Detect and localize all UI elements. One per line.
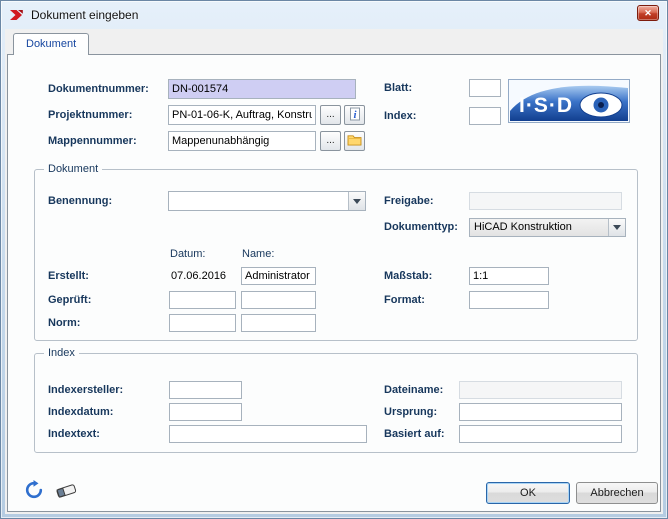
freigabe-input	[469, 192, 622, 210]
blatt-label: Blatt:	[384, 78, 412, 98]
ursprung-label: Ursprung:	[384, 402, 437, 422]
erstellt-label: Erstellt:	[48, 266, 89, 286]
projekt-browse-button[interactable]: ...	[320, 105, 341, 125]
titlebar[interactable]: Dokument eingeben ✕	[1, 1, 667, 29]
index-groupbox-title: Index	[44, 346, 79, 360]
close-button[interactable]: ✕	[637, 5, 659, 21]
norm-label: Norm:	[48, 313, 80, 333]
norm-name-input[interactable]	[241, 314, 316, 332]
projektnummer-label: Projektnummer:	[48, 105, 132, 125]
dokumenttyp-dropdown-button[interactable]	[608, 219, 625, 236]
eraser-icon	[55, 488, 77, 503]
geprueft-name-input[interactable]	[241, 291, 316, 309]
tab-dokument[interactable]: Dokument	[13, 33, 89, 55]
indexdatum-label: Indexdatum:	[48, 402, 113, 422]
chevron-down-icon	[353, 199, 361, 204]
massstab-input[interactable]	[469, 267, 549, 285]
benennung-label: Benennung:	[48, 191, 112, 211]
isd-logo: I·S·D	[508, 79, 630, 128]
basiert-auf-input[interactable]	[459, 425, 622, 443]
indexersteller-input[interactable]	[169, 381, 242, 399]
benennung-value	[169, 192, 348, 210]
indexdatum-input[interactable]	[169, 403, 242, 421]
close-icon: ✕	[644, 8, 652, 18]
ellipsis-icon: ...	[326, 110, 334, 120]
tab-panel: Dokumentnummer: Blatt: I·S·D	[7, 54, 661, 512]
mappen-folder-button[interactable]	[344, 131, 365, 151]
erstellt-datum-value: 07.06.2016	[171, 267, 226, 285]
tab-label: Dokument	[26, 38, 76, 50]
dokument-groupbox-title: Dokument	[44, 162, 102, 176]
ursprung-input[interactable]	[459, 403, 622, 421]
info-icon: i	[348, 107, 362, 124]
dokumenttyp-value: HiCAD Konstruktion	[470, 219, 608, 236]
window-title: Dokument eingeben	[31, 8, 138, 22]
mappennummer-input[interactable]	[168, 131, 316, 151]
geprueft-datum-input[interactable]	[169, 291, 236, 309]
benennung-dropdown-button[interactable]	[348, 192, 365, 210]
blatt-input[interactable]	[469, 79, 501, 97]
format-input[interactable]	[469, 291, 549, 309]
index-label: Index:	[384, 106, 416, 126]
dokumentnummer-label: Dokumentnummer:	[48, 79, 149, 99]
ellipsis-icon: ...	[326, 136, 334, 146]
app-icon	[9, 7, 25, 23]
indexersteller-label: Indexersteller:	[48, 380, 123, 400]
isd-logo-text: I·S·D	[519, 94, 573, 117]
basiert-auf-label: Basiert auf:	[384, 424, 445, 444]
dialog-body: Dokument Dokumentnummer: Blatt:	[5, 29, 663, 514]
dateiname-input	[459, 381, 622, 399]
norm-datum-input[interactable]	[169, 314, 236, 332]
datum-column-header: Datum:	[170, 247, 205, 261]
dokumentnummer-input[interactable]	[168, 79, 356, 99]
refresh-icon	[24, 488, 44, 503]
refresh-button[interactable]	[20, 479, 48, 503]
format-label: Format:	[384, 290, 425, 310]
name-column-header: Name:	[242, 247, 274, 261]
freigabe-label: Freigabe:	[384, 191, 434, 211]
erstellt-name-input[interactable]	[241, 267, 316, 285]
cancel-button[interactable]: Abbrechen	[576, 482, 658, 504]
projekt-info-button[interactable]: i	[344, 105, 365, 125]
indextext-input[interactable]	[169, 425, 367, 443]
dokumenttyp-combobox[interactable]: HiCAD Konstruktion	[469, 218, 626, 237]
mappen-browse-button[interactable]: ...	[320, 131, 341, 151]
mappennummer-label: Mappennummer:	[48, 131, 137, 151]
folder-icon	[347, 133, 362, 149]
dateiname-label: Dateiname:	[384, 380, 443, 400]
ok-button[interactable]: OK	[486, 482, 570, 504]
dialog-window: Dokument eingeben ✕ Dokument Dokumentnum…	[0, 0, 668, 519]
eraser-button[interactable]	[52, 479, 80, 503]
chevron-down-icon	[613, 225, 621, 230]
dokumenttyp-label: Dokumenttyp:	[384, 217, 458, 237]
massstab-label: Maßstab:	[384, 266, 432, 286]
geprueft-label: Geprüft:	[48, 290, 91, 310]
projektnummer-input[interactable]	[168, 105, 316, 125]
index-input[interactable]	[469, 107, 501, 125]
benennung-combobox[interactable]	[168, 191, 366, 211]
indextext-label: Indextext:	[48, 424, 100, 444]
